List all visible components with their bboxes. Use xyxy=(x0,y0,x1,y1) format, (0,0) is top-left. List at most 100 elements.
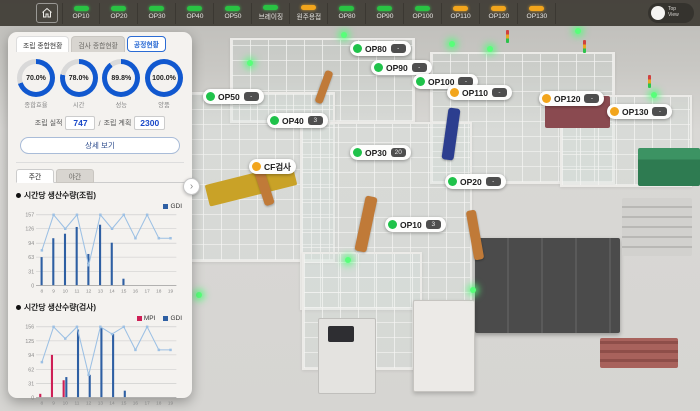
status-led-icon xyxy=(225,6,240,11)
station-OP80[interactable]: OP80 xyxy=(328,3,366,24)
svg-text:13: 13 xyxy=(98,289,104,295)
svg-text:14: 14 xyxy=(109,289,115,295)
green-light-icon xyxy=(575,28,581,34)
station-OP130[interactable]: OP130 xyxy=(518,3,556,24)
scene-label-op10[interactable]: OP103 xyxy=(385,217,446,232)
toggle-label: Top View xyxy=(668,7,686,19)
status-led-icon xyxy=(187,6,202,11)
svg-text:14: 14 xyxy=(109,401,115,407)
station-OP10[interactable]: OP10 xyxy=(62,3,100,24)
station-label: 브레이징 xyxy=(258,12,282,22)
station-OP90[interactable]: OP90 xyxy=(366,3,404,24)
chart-assembly-header: 시간당 생산수량(조립) xyxy=(16,190,184,201)
count-badge: - xyxy=(584,94,599,103)
svg-text:15: 15 xyxy=(121,401,127,407)
svg-text:19: 19 xyxy=(168,289,174,295)
scene-label-op90[interactable]: OP90- xyxy=(371,60,432,75)
station-OP30[interactable]: OP30 xyxy=(138,3,176,24)
status-dot-icon xyxy=(353,148,362,157)
svg-text:11: 11 xyxy=(74,401,79,407)
svg-text:10: 10 xyxy=(63,401,69,407)
station-브레이징[interactable]: 브레이징 xyxy=(252,3,290,24)
station-OP20[interactable]: OP20 xyxy=(100,3,138,24)
status-dot-icon xyxy=(542,94,551,103)
home-button[interactable] xyxy=(36,3,58,23)
station-OP110[interactable]: OP110 xyxy=(442,3,480,24)
actual-label: 조립 실적 xyxy=(35,118,63,128)
status-dot-icon xyxy=(270,116,279,125)
status-led-icon xyxy=(377,6,392,11)
bullet-icon xyxy=(16,305,21,310)
chart-assembly-legend: GDI xyxy=(18,203,182,210)
legend-item: MPI xyxy=(137,315,156,322)
status-dot-icon xyxy=(388,220,397,229)
top-view-toggle[interactable]: Top View xyxy=(648,3,694,23)
count-badge: - xyxy=(492,88,507,97)
white-cabinet xyxy=(413,300,475,392)
scene-label-op20[interactable]: OP20- xyxy=(445,174,506,189)
count-badge: - xyxy=(412,63,427,72)
scene-label-op120[interactable]: OP120- xyxy=(539,91,604,106)
donut-chart: 78.0% xyxy=(60,59,98,97)
detail-view-button[interactable]: 상세 보기 xyxy=(20,137,180,154)
count-badge: - xyxy=(391,44,406,53)
scene-label-op50[interactable]: OP50- xyxy=(203,89,264,104)
divider xyxy=(16,162,184,163)
status-led-icon xyxy=(453,6,468,11)
station-OP50[interactable]: OP50 xyxy=(214,3,252,24)
status-dot-icon xyxy=(252,162,261,171)
svg-text:18: 18 xyxy=(156,289,162,295)
scene-label-op130[interactable]: OP130- xyxy=(607,104,672,119)
green-light-icon xyxy=(470,287,476,293)
svg-text:126: 126 xyxy=(25,227,34,233)
green-light-icon xyxy=(341,32,347,38)
green-light-icon xyxy=(196,292,202,298)
scene-label-op30[interactable]: OP3020 xyxy=(350,145,411,160)
svg-text:0: 0 xyxy=(31,395,34,401)
tab-inspection-summary[interactable]: 검사 종합현황 xyxy=(71,36,124,52)
svg-text:94: 94 xyxy=(28,353,34,359)
green-light-icon xyxy=(487,46,493,52)
station-OP40[interactable]: OP40 xyxy=(176,3,214,24)
status-led-icon xyxy=(301,5,316,10)
count-badge: 20 xyxy=(391,148,406,157)
count-badge: - xyxy=(652,107,667,116)
tab-night-shift[interactable]: 야간 xyxy=(56,169,94,183)
svg-text:18: 18 xyxy=(156,401,162,407)
machine-screen xyxy=(328,326,354,342)
plan-value: 2300 xyxy=(134,116,165,130)
svg-text:156: 156 xyxy=(25,325,34,331)
tab-day-shift[interactable]: 주간 xyxy=(16,169,54,183)
chart-inspection-legend: MPI GDI xyxy=(18,315,182,322)
slash-divider: / xyxy=(98,119,100,128)
chevron-right-icon: › xyxy=(190,181,193,192)
legend-item: GDI xyxy=(163,315,182,322)
station-label: OP110 xyxy=(450,13,470,20)
bullet-icon xyxy=(16,193,21,198)
panel-collapse-button[interactable]: › xyxy=(183,178,200,195)
maroon-trays xyxy=(600,338,678,368)
station-label: OP80 xyxy=(338,13,355,20)
stack-light-icon xyxy=(506,30,509,43)
svg-text:12: 12 xyxy=(86,289,92,295)
top-navigation-bar: OP10OP20OP30OP40OP50 브레이징 원주용접 OP80 OP90OP10… xyxy=(0,0,700,26)
tab-assembly-summary[interactable]: 조립 종합현황 xyxy=(16,36,69,52)
status-led-icon xyxy=(149,6,164,11)
dashboard-panel: 조립 종합현황 검사 종합현황 공정현황 70.0% 종합효율 78.0% 시간… xyxy=(8,32,192,398)
station-원주용접[interactable]: 원주용접 xyxy=(290,3,328,24)
status-led-icon xyxy=(111,6,126,11)
status-dot-icon xyxy=(416,77,425,86)
status-dot-icon xyxy=(206,92,215,101)
tab-process-status[interactable]: 공정현황 xyxy=(127,36,166,52)
status-dot-icon xyxy=(450,88,459,97)
scene-label-op110[interactable]: OP110- xyxy=(447,85,512,100)
svg-text:125: 125 xyxy=(25,339,34,345)
station-OP100[interactable]: OP100 xyxy=(404,3,442,24)
scene-label-op80[interactable]: OP80- xyxy=(350,41,411,56)
station-OP120[interactable]: OP120 xyxy=(480,3,518,24)
svg-text:12: 12 xyxy=(86,401,92,407)
scene-label-op40[interactable]: OP403 xyxy=(267,113,328,128)
svg-text:16: 16 xyxy=(133,401,139,407)
scene-label-cf-inspection[interactable]: CF검사 xyxy=(249,159,296,174)
svg-text:17: 17 xyxy=(144,401,150,407)
